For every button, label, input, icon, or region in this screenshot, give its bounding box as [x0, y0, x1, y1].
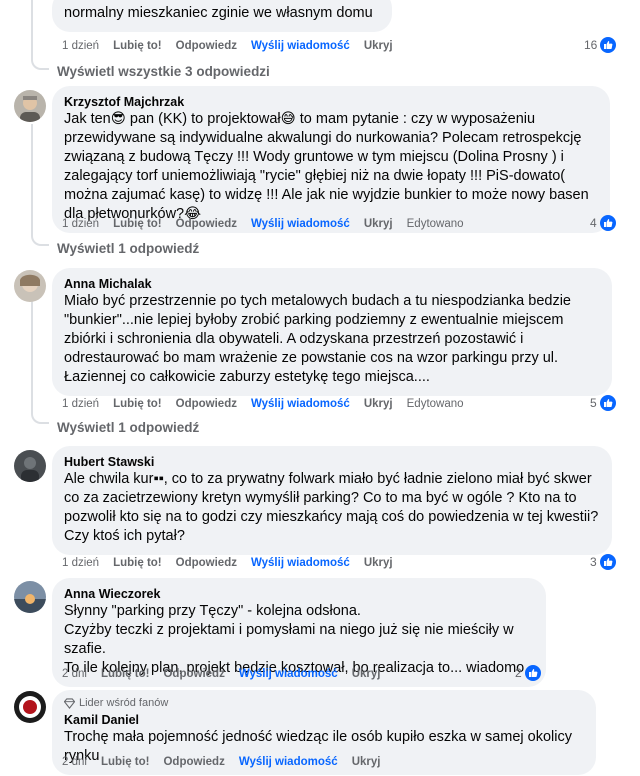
like-icon — [599, 554, 616, 570]
thread-elbow — [31, 58, 49, 70]
like-button[interactable]: Lubię to! — [113, 218, 162, 230]
comment-bubble: Hubert Stawski Ale chwila kur▪▪, co to z… — [52, 446, 612, 555]
reaction-number: 3 — [590, 555, 597, 569]
comment-bubble: Krzysztof Majchrzak Jak ten😎 pan (KK) to… — [52, 86, 610, 233]
reply-button[interactable]: Odpowiedz — [163, 756, 224, 768]
like-button[interactable]: Lubię to! — [101, 668, 150, 680]
thread-line — [31, 0, 33, 58]
thread-elbow — [31, 234, 49, 246]
thread-line — [31, 300, 33, 412]
view-replies-button[interactable]: Wyświetl 1 odpowiedź — [57, 240, 199, 258]
view-replies-button[interactable]: Wyświetl wszystkie 3 odpowiedzi — [57, 63, 270, 81]
send-message-button[interactable]: Wyślij wiadomość — [251, 218, 350, 230]
like-icon — [599, 395, 616, 411]
comment-bubble: normalny mieszkaniec zginie we własnym d… — [52, 0, 392, 32]
comment-time[interactable]: 2 dni — [62, 756, 87, 768]
comment-author[interactable]: Krzysztof Majchrzak — [64, 94, 598, 110]
like-button[interactable]: Lubię to! — [101, 756, 150, 768]
avatar[interactable] — [14, 450, 46, 482]
avatar[interactable] — [14, 270, 46, 302]
like-button[interactable]: Lubię to! — [113, 398, 162, 410]
comment-actions: 1 dzień Lubię to! Odpowiedz Wyślij wiado… — [62, 216, 464, 232]
reply-button[interactable]: Odpowiedz — [176, 557, 237, 569]
fan-badge[interactable]: Lider wśród fanów — [64, 696, 584, 710]
reaction-number: 16 — [584, 38, 598, 52]
hide-button[interactable]: Ukryj — [352, 668, 381, 680]
hide-button[interactable]: Ukryj — [352, 756, 381, 768]
send-message-button[interactable]: Wyślij wiadomość — [239, 668, 338, 680]
reaction-count[interactable]: 4 — [590, 214, 616, 232]
reaction-number: 5 — [590, 396, 597, 410]
avatar[interactable] — [14, 90, 46, 122]
send-message-button[interactable]: Wyślij wiadomość — [251, 398, 350, 410]
reply-button[interactable]: Odpowiedz — [176, 398, 237, 410]
edited-label[interactable]: Edytowano — [407, 218, 464, 230]
hide-button[interactable]: Ukryj — [364, 218, 393, 230]
comment-actions: 1 dzień Lubię to! Odpowiedz Wyślij wiado… — [62, 38, 393, 54]
reply-button[interactable]: Odpowiedz — [163, 668, 224, 680]
comment-bubble: Anna Michalak Miało być przestrzennie po… — [52, 268, 612, 396]
thread-line — [31, 124, 33, 234]
comment-author[interactable]: Hubert Stawski — [64, 454, 600, 470]
reaction-count[interactable]: 16 — [584, 36, 617, 54]
comment-time[interactable]: 1 dzień — [62, 557, 99, 569]
reply-button[interactable]: Odpowiedz — [176, 218, 237, 230]
avatar[interactable] — [14, 691, 46, 723]
comment-text: Jak ten😎 pan (KK) to projektował😅 to mam… — [64, 111, 589, 222]
send-message-button[interactable]: Wyślij wiadomość — [251, 557, 350, 569]
like-icon — [599, 215, 616, 231]
send-message-button[interactable]: Wyślij wiadomość — [251, 40, 350, 52]
like-button[interactable]: Lubię to! — [113, 557, 162, 569]
reply-button[interactable]: Odpowiedz — [176, 40, 237, 52]
reaction-count[interactable]: 2 — [515, 664, 541, 682]
edited-label[interactable]: Edytowano — [407, 398, 464, 410]
comment-text: Miało być przestrzennie po tych metalowy… — [64, 293, 571, 385]
comment-actions: 1 dzień Lubię to! Odpowiedz Wyślij wiado… — [62, 396, 464, 412]
comment-author[interactable]: Anna Michalak — [64, 276, 600, 292]
comment-author[interactable]: Anna Wieczorek — [64, 586, 534, 602]
comment-actions: 2 dni Lubię to! Odpowiedz Wyślij wiadomo… — [62, 666, 380, 682]
send-message-button[interactable]: Wyślij wiadomość — [239, 756, 338, 768]
diamond-icon — [64, 697, 75, 709]
comment-actions: 1 dzień Lubię to! Odpowiedz Wyślij wiado… — [62, 555, 393, 571]
like-button[interactable]: Lubię to! — [113, 40, 162, 52]
comment-text: normalny mieszkaniec zginie we własnym d… — [64, 5, 373, 21]
reaction-count[interactable]: 3 — [590, 553, 616, 571]
view-replies-button[interactable]: Wyświetl 1 odpowiedź — [57, 419, 199, 437]
fan-badge-label: Lider wśród fanów — [79, 697, 169, 709]
like-icon — [524, 665, 541, 681]
comment-actions: 2 dni Lubię to! Odpowiedz Wyślij wiadomo… — [62, 754, 380, 770]
hide-button[interactable]: Ukryj — [364, 40, 393, 52]
reaction-count[interactable]: 5 — [590, 394, 616, 412]
comment-time[interactable]: 2 dni — [62, 668, 87, 680]
avatar[interactable] — [14, 581, 46, 613]
like-icon — [600, 37, 617, 53]
reaction-number: 2 — [515, 666, 522, 680]
comment-time[interactable]: 1 dzień — [62, 40, 99, 52]
reaction-number: 4 — [590, 216, 597, 230]
comment-text: Ale chwila kur▪▪, co to za prywatny folw… — [64, 471, 599, 544]
comment-author[interactable]: Kamil Daniel — [64, 712, 584, 728]
comment-time[interactable]: 1 dzień — [62, 218, 99, 230]
hide-button[interactable]: Ukryj — [364, 398, 393, 410]
comment-time[interactable]: 1 dzień — [62, 398, 99, 410]
thread-elbow — [31, 412, 49, 424]
hide-button[interactable]: Ukryj — [364, 557, 393, 569]
